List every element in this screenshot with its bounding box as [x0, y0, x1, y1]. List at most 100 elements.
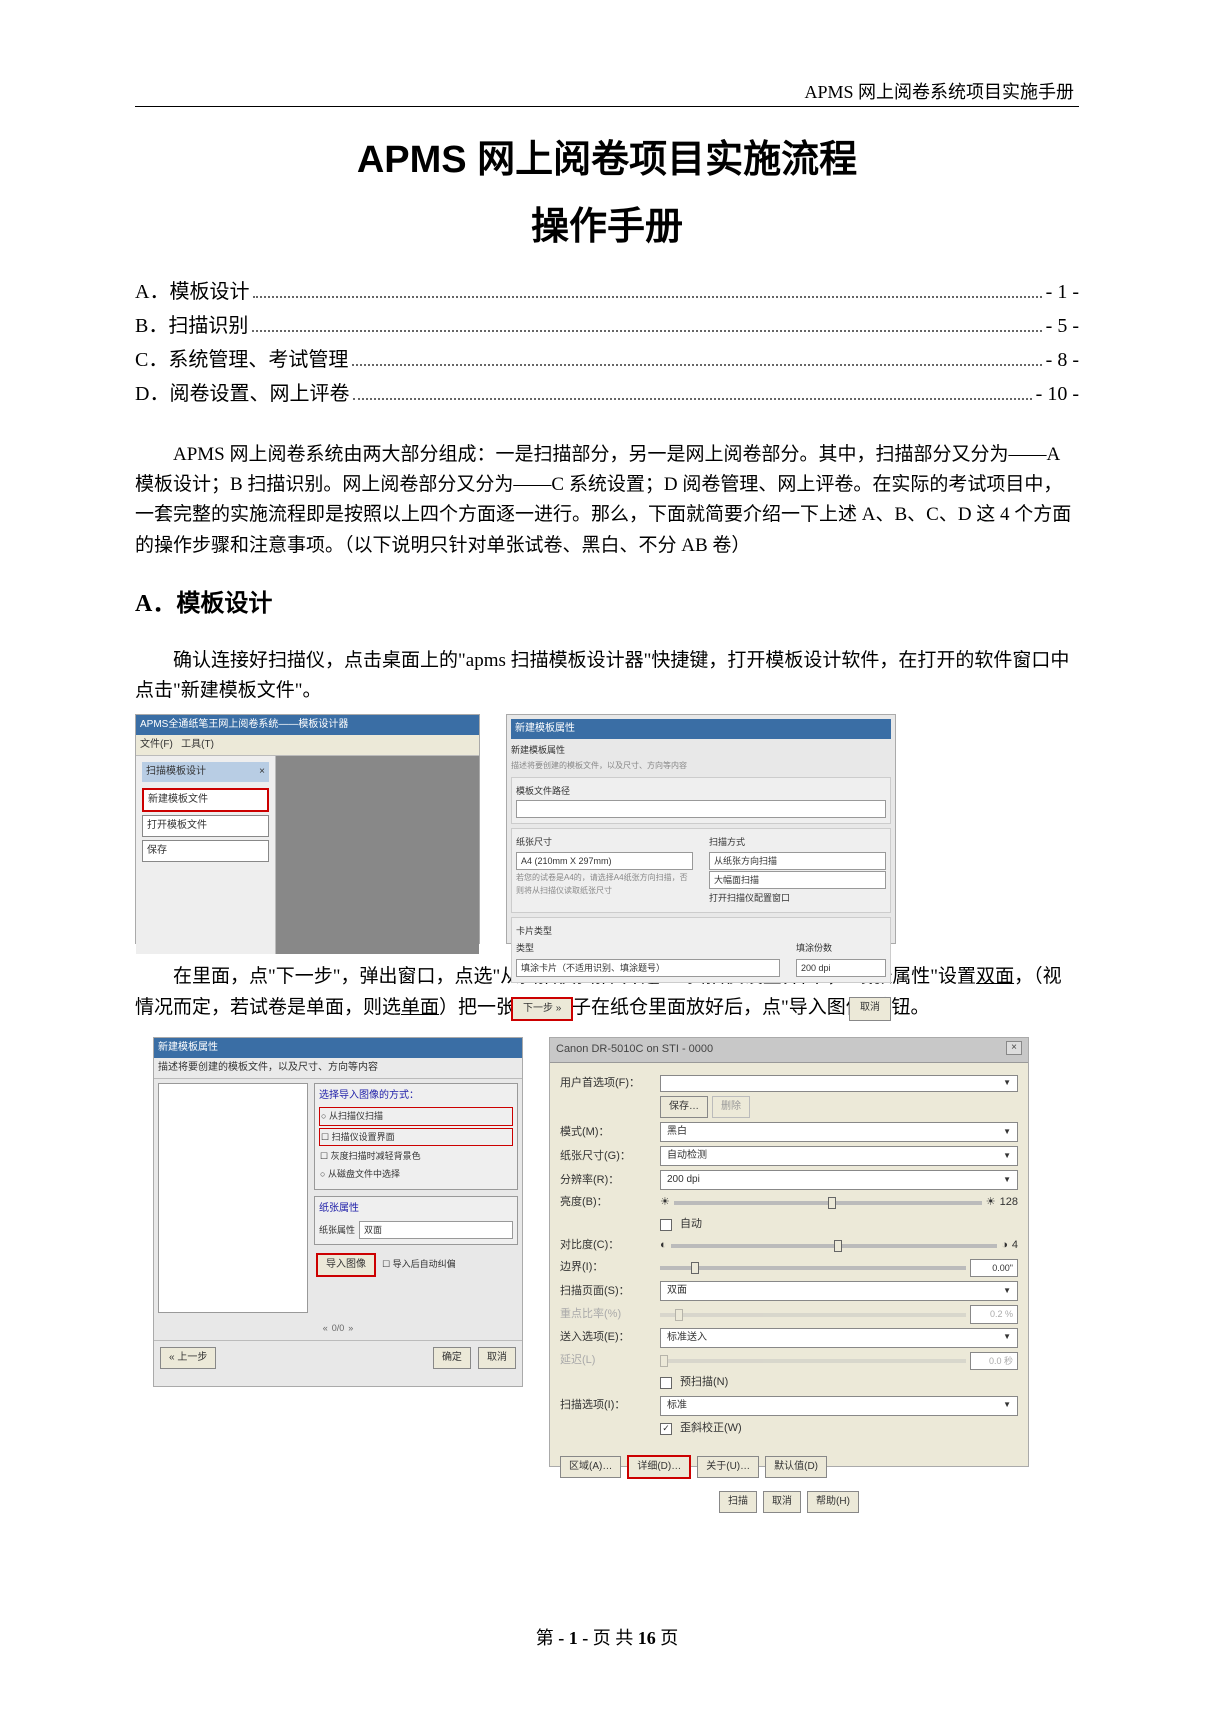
field-label: 纸张尺寸(G)： [560, 1148, 660, 1166]
dpi-select[interactable]: 200 dpi [796, 959, 886, 977]
new-template-button[interactable]: 新建模板文件 [142, 788, 269, 812]
save-button[interactable]: 保存… [660, 1096, 708, 1118]
cancel-button[interactable]: 取消 [478, 1347, 516, 1369]
group-heading: 纸张属性 [319, 1201, 513, 1217]
help-button[interactable]: 帮助(H) [807, 1491, 859, 1513]
margin-slider[interactable] [660, 1266, 966, 1270]
back-button[interactable]: « 上一步 [160, 1347, 216, 1369]
field-label: 分辨率(R)： [560, 1172, 660, 1190]
toc-label: D．阅卷设置、网上评卷 [135, 378, 349, 410]
field-label: 重点比率(%) [560, 1306, 660, 1324]
preview-pane [158, 1083, 308, 1313]
field-label: 纸张属性 [319, 1223, 355, 1237]
toc-leader [352, 364, 1041, 366]
group-label: 卡片类型 [516, 924, 886, 938]
toc-page: - 5 - [1046, 310, 1079, 342]
deskew-checkbox[interactable]: ✓ [660, 1423, 672, 1435]
brightness-slider[interactable] [674, 1201, 982, 1205]
ok-button[interactable]: 确定 [433, 1347, 471, 1369]
feed-select[interactable]: 标准送入▼ [660, 1328, 1018, 1348]
default-button[interactable]: 默认值(D) [765, 1456, 827, 1478]
pager-prev-icon[interactable]: « [323, 1321, 328, 1335]
figure-row-1: APMS全通纸笔王网上阅卷系统——模板设计器 文件(F) 工具(T) 扫描模板设… [135, 714, 1079, 944]
about-button[interactable]: 关于(U)… [697, 1456, 759, 1478]
paper-size-select[interactable]: A4 (210mm X 297mm) [516, 852, 693, 870]
path-field[interactable] [516, 800, 886, 818]
close-icon[interactable]: × [1006, 1041, 1022, 1055]
menu-tool[interactable]: 工具(T) [181, 739, 214, 750]
toc-entry[interactable]: A．模板设计 - 1 - [135, 276, 1079, 308]
panel-header: 扫描模板设计 × [142, 762, 269, 782]
intro-paragraph: APMS 网上阅卷系统由两大部分组成：一是扫描部分，另一是网上阅卷部分。其中，扫… [135, 440, 1079, 562]
save-button[interactable]: 保存 [142, 840, 269, 862]
toc-entry[interactable]: C．系统管理、考试管理 - 8 - [135, 344, 1079, 376]
menu-file[interactable]: 文件(F) [140, 739, 173, 750]
contrast-slider[interactable] [671, 1244, 998, 1248]
chevron-down-icon: ▼ [1003, 1077, 1011, 1090]
prescan-checkbox[interactable] [660, 1377, 672, 1389]
toc-label: C．系统管理、考试管理 [135, 344, 348, 376]
sun-dim-icon: ☀ [660, 1194, 670, 1212]
scan-mode-option[interactable]: 从纸张方向扫描 [709, 852, 886, 870]
area-button[interactable]: 区域(A)… [560, 1456, 621, 1478]
toc-entry[interactable]: D．阅卷设置、网上评卷 - 10 - [135, 378, 1079, 410]
dpi-select[interactable]: 200 dpi▼ [660, 1170, 1018, 1190]
checkbox-scanner-ui[interactable]: ☐ 扫描仪设置界面 [319, 1128, 513, 1146]
auto-brightness-checkbox[interactable] [660, 1219, 672, 1231]
scan-option-select[interactable]: 标准▼ [660, 1396, 1018, 1416]
delay-value: 0.0 秒 [970, 1352, 1018, 1370]
toc-label: A．模板设计 [135, 276, 249, 308]
toc-leader [253, 296, 1041, 298]
footer-text: 页 [660, 1628, 678, 1648]
close-icon[interactable]: × [259, 764, 265, 780]
import-image-button[interactable]: 导入图像 [316, 1253, 376, 1277]
section-a-heading: A．模板设计 [135, 585, 1079, 623]
toc-entry[interactable]: B．扫描识别 - 5 - [135, 310, 1079, 342]
window-title: Canon DR-5010C on STI - 0000 [556, 1041, 713, 1059]
chevron-down-icon: ▼ [1003, 1126, 1011, 1139]
toc-label: B．扫描识别 [135, 310, 248, 342]
cancel-button[interactable]: 取消 [763, 1491, 801, 1513]
checkbox-label: 歪斜校正(W) [680, 1420, 742, 1438]
detail-button[interactable]: 详细(D)… [627, 1455, 691, 1479]
field-label: 送入选项(E)： [560, 1329, 660, 1347]
chevron-down-icon: ▼ [1003, 1331, 1011, 1344]
screenshot-new-template-props: 新建模板属性 新建模板属性 描述将要创建的模板文件，以及尺寸、方向等内容 模板文… [506, 714, 896, 944]
pager-next-icon[interactable]: » [348, 1321, 353, 1335]
preset-select[interactable]: ▼ [660, 1075, 1018, 1092]
window-title: APMS全通纸笔王网上阅卷系统——模板设计器 [136, 715, 479, 735]
field-label: 扫描页面(S)： [560, 1283, 660, 1301]
contrast-value: 4 [1012, 1237, 1018, 1255]
radio-from-disk[interactable]: ○ 从磁盘文件中选择 [319, 1166, 513, 1182]
canvas-area [276, 756, 479, 954]
scan-button[interactable]: 扫描 [719, 1491, 757, 1513]
field-label: 延迟(L) [560, 1352, 660, 1370]
delete-button[interactable]: 删除 [712, 1096, 750, 1118]
card-type-select[interactable]: 填涂卡片（不适用识别、填涂题号） [516, 959, 780, 977]
mode-select[interactable]: 黑白▼ [660, 1122, 1018, 1142]
page-size-select[interactable]: 自动检测▼ [660, 1146, 1018, 1166]
paper-side-select[interactable]: 双面 [359, 1221, 513, 1239]
doc-title: APMS 网上阅卷项目实施流程 [135, 130, 1079, 191]
radio-scan-from-scanner[interactable]: ○ 从扫描仪扫描 [319, 1107, 513, 1125]
checkbox-reduce-bg[interactable]: ☐ 灰度扫描时减轻背景色 [319, 1148, 513, 1164]
footer-text: 第 [536, 1628, 554, 1648]
scan-side-select[interactable]: 双面▼ [660, 1281, 1018, 1301]
margin-value[interactable]: 0.00" [970, 1259, 1018, 1277]
table-of-contents: A．模板设计 - 1 - B．扫描识别 - 5 - C．系统管理、考试管理 - … [135, 276, 1079, 410]
cancel-button[interactable]: 取消 [849, 997, 891, 1021]
scan-mode-option[interactable]: 大幅面扫描 [709, 871, 886, 889]
panel-title: 扫描模板设计 [146, 764, 206, 780]
contrast-high-icon: ◑ [1001, 1237, 1008, 1255]
dialog-title: 新建模板属性 [154, 1038, 522, 1058]
checkbox-auto-deskew[interactable]: ☐ 导入后自动纠偏 [381, 1258, 457, 1270]
ratio-value: 0.2 % [970, 1305, 1018, 1323]
checkbox-label[interactable]: 打开扫描仪配置窗口 [709, 891, 886, 905]
group-label: 纸张尺寸 [516, 835, 693, 849]
screenshot-template-designer: APMS全通纸笔王网上阅卷系统——模板设计器 文件(F) 工具(T) 扫描模板设… [135, 714, 480, 944]
section-label: 模板文件路径 [516, 784, 886, 798]
footer-text: 页 共 [593, 1628, 634, 1648]
open-template-button[interactable]: 打开模板文件 [142, 815, 269, 837]
side-panel: 扫描模板设计 × 新建模板文件 打开模板文件 保存 [136, 756, 276, 954]
next-button[interactable]: 下一步 » [511, 997, 573, 1021]
